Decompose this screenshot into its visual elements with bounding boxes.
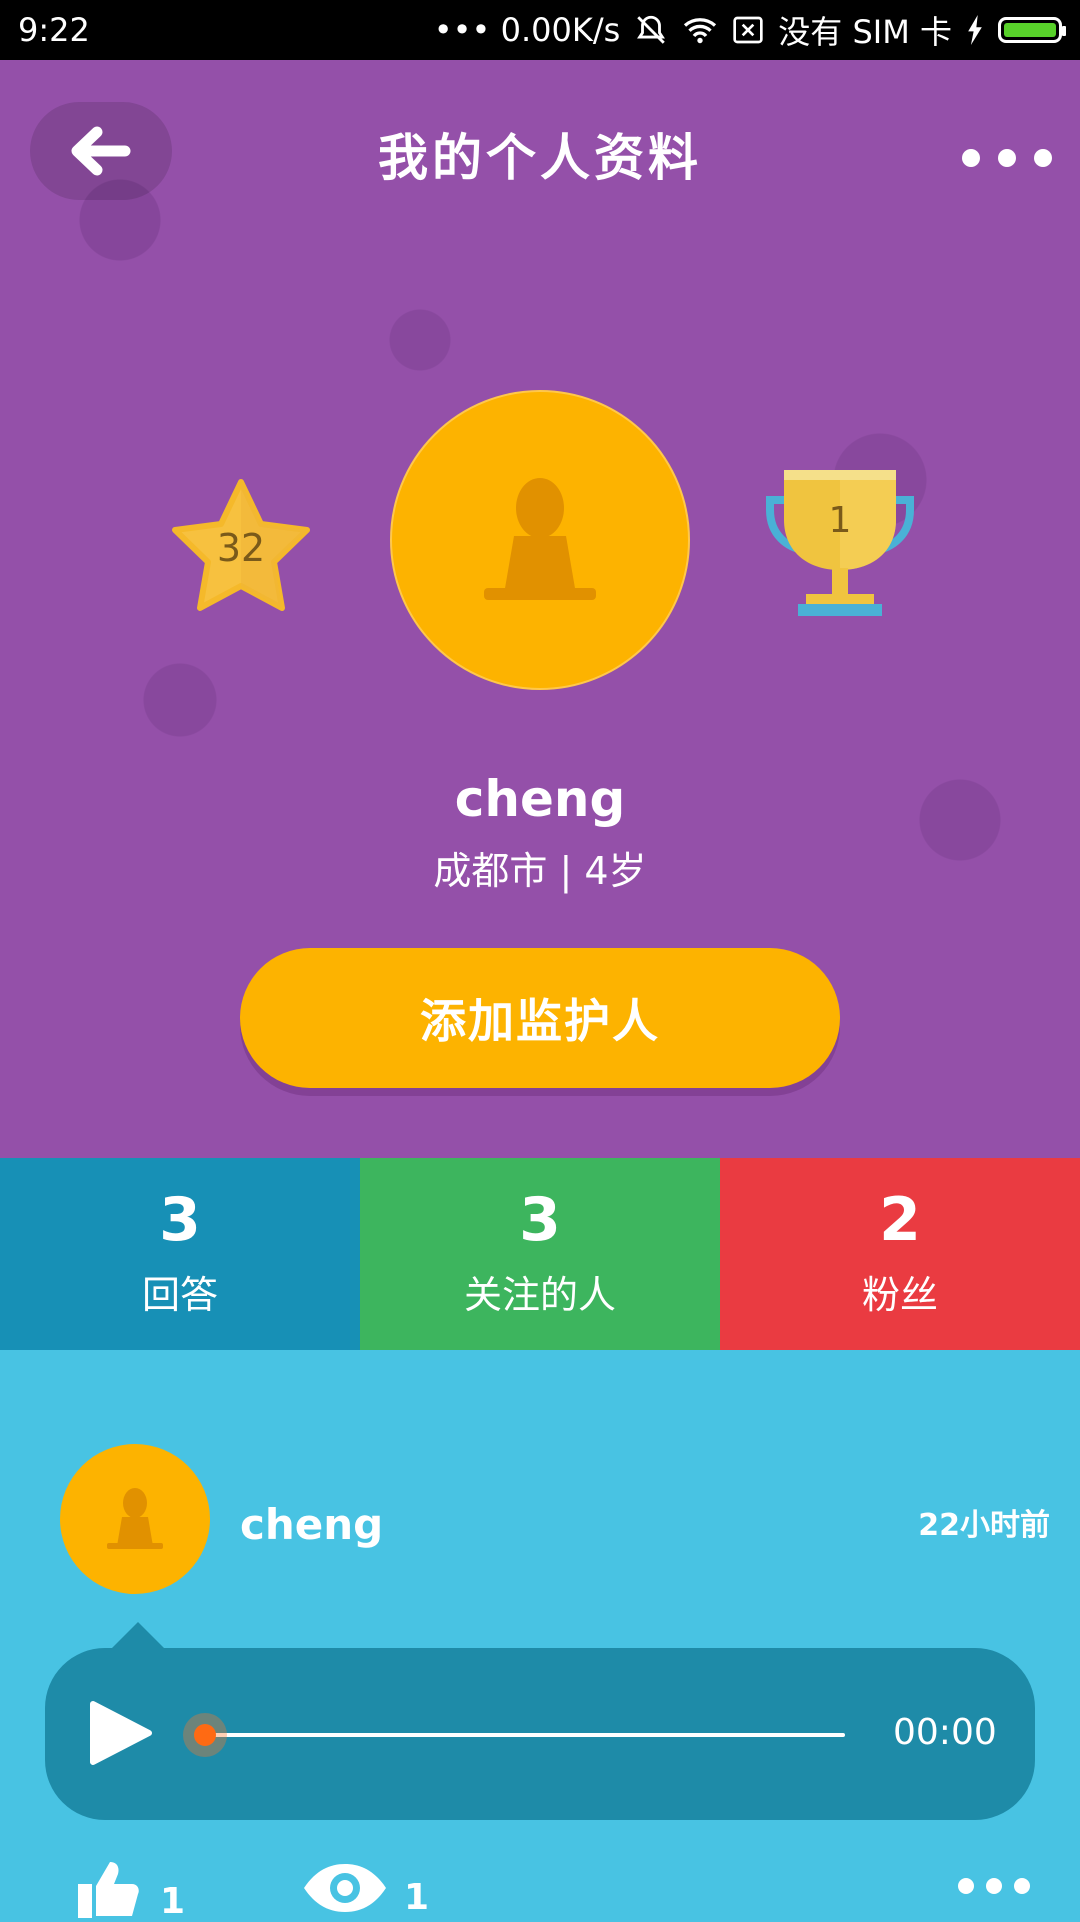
stat-fans-label: 粉丝 [861, 1272, 938, 1317]
net-speed: ••• 0.00K/s [433, 11, 621, 49]
avatar[interactable] [390, 390, 690, 690]
page-title: 我的个人资料 [378, 129, 702, 187]
stat-answers-count: 3 [159, 1184, 201, 1255]
like-button[interactable]: 1 [74, 1858, 185, 1920]
audio-progress-knob[interactable] [183, 1713, 227, 1757]
profile-name: cheng [454, 770, 626, 828]
status-time: 9:22 [18, 11, 90, 49]
trophy-icon [766, 470, 914, 616]
play-button[interactable] [83, 1698, 153, 1768]
status-bar: 9:22 ••• 0.00K/s 没有 SIM 卡 [0, 0, 1080, 60]
more-dots-icon [962, 149, 980, 167]
wifi-icon [684, 18, 717, 44]
more-dots-icon [958, 1878, 974, 1894]
status-icons: ••• 0.00K/s 没有 SIM 卡 [433, 7, 1066, 53]
play-icon [90, 1701, 152, 1765]
view-stat: 1 [300, 1860, 429, 1916]
stat-following[interactable]: 3 关注的人 [360, 1158, 720, 1350]
profile-header: 我的个人资料 32 1 cheng 成都市 | 4岁 添加监护人 [0, 60, 1080, 1158]
stat-answers-label: 回答 [141, 1272, 218, 1317]
trophy-count: 1 [828, 500, 852, 541]
post-author-name[interactable]: cheng [240, 1500, 383, 1549]
stat-fans[interactable]: 2 粉丝 [720, 1158, 1080, 1350]
stat-following-label: 关注的人 [463, 1272, 616, 1317]
stat-following-count: 3 [519, 1184, 561, 1255]
user-silhouette-icon [107, 1488, 163, 1549]
post-more-button[interactable] [958, 1876, 1030, 1896]
star-count: 32 [216, 526, 266, 570]
eye-icon [304, 1864, 386, 1912]
stats-bar: 3 回答 3 关注的人 2 粉丝 [0, 1158, 1080, 1350]
audio-player: 00:00 [45, 1622, 1035, 1820]
mute-icon [637, 15, 666, 44]
add-guardian-button[interactable]: 添加监护人 [240, 948, 840, 1088]
more-dot [998, 149, 1016, 167]
more-options-button[interactable] [962, 138, 1052, 178]
more-dot [1034, 149, 1052, 167]
audio-progress-track[interactable] [205, 1733, 845, 1737]
post-author-avatar[interactable] [60, 1444, 210, 1594]
profile-location-age: 成都市 | 4岁 [433, 849, 647, 893]
view-count: 1 [404, 1877, 430, 1918]
stat-answers[interactable]: 3 回答 [0, 1158, 360, 1350]
more-dot [986, 1878, 1002, 1894]
charging-icon [968, 15, 982, 45]
sim-status: 没有 SIM 卡 [778, 13, 952, 51]
like-count: 1 [160, 1881, 186, 1922]
more-dot [1014, 1878, 1030, 1894]
audio-duration: 00:00 [893, 1712, 997, 1753]
post-actions: 1 1 [0, 1850, 1080, 1920]
star-score-badge[interactable]: 32 [166, 478, 316, 618]
post-timestamp: 22小时前 [918, 1508, 1050, 1543]
user-silhouette-icon [484, 478, 596, 600]
thumbs-up-icon [78, 1862, 139, 1918]
battery-icon [998, 17, 1066, 43]
stat-fans-count: 2 [879, 1184, 921, 1255]
no-sim-icon [733, 16, 763, 44]
trophy-badge[interactable]: 1 [766, 470, 914, 626]
